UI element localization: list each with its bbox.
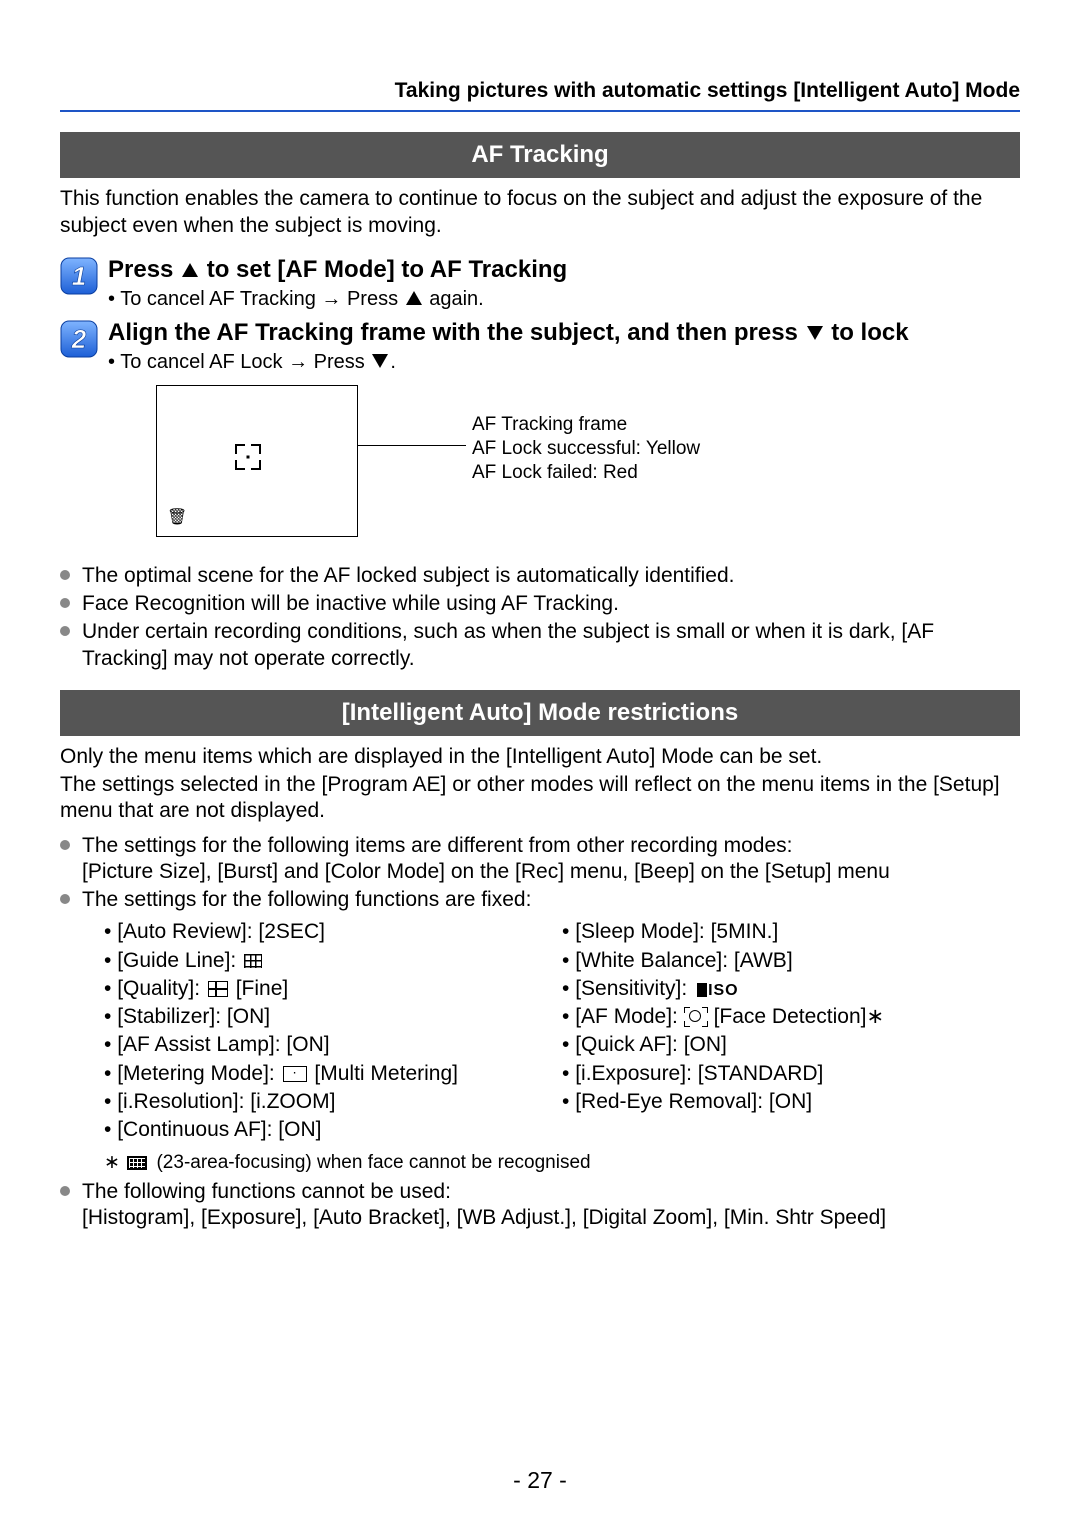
footnote-marker: ∗: [866, 1005, 884, 1028]
af-tracking-diagram: 🗑 AF Tracking frame AF Lock successful: …: [156, 385, 1020, 537]
up-arrow-icon: [182, 263, 198, 277]
af-tracking-intro: This function enables the camera to cont…: [60, 186, 1020, 239]
setting-item: [Continuous AF]: [ON]: [104, 1117, 562, 1143]
setting-item: [Red-Eye Removal]: [ON]: [562, 1089, 1020, 1115]
guideline-grid-icon: [244, 954, 262, 968]
section-title-restrictions: [Intelligent Auto] Mode restrictions: [60, 690, 1020, 736]
trash-icon: 🗑: [167, 508, 187, 528]
text: The following functions cannot be used:: [82, 1180, 451, 1203]
text: Only the menu items which are displayed …: [60, 744, 1020, 770]
restrictions-bullets: The settings for the following items are…: [60, 833, 1020, 914]
af-tracking-frame-icon: [235, 444, 261, 470]
step-1-sub: To cancel AF Tracking → Press again.: [108, 287, 1020, 312]
text: To cancel AF Lock → Press: [120, 351, 370, 373]
text: The settings for the following functions…: [82, 888, 531, 911]
text: [Guide Line]:: [117, 949, 242, 972]
step-2-badge: 2: [60, 320, 98, 358]
restrictions-bullets-2: The following functions cannot be used: …: [60, 1179, 1020, 1232]
text: Press: [108, 256, 180, 283]
step-2-sub: To cancel AF Lock → Press .: [108, 350, 1020, 375]
af-tracking-notes: The optimal scene for the AF locked subj…: [60, 563, 1020, 672]
text: .: [390, 351, 396, 373]
text: [Sensitivity]:: [575, 977, 693, 1000]
text: [Picture Size], [Burst] and [Color Mode]…: [82, 860, 890, 883]
setting-item: [i.Resolution]: [i.ZOOM]: [104, 1089, 562, 1115]
setting-item: [Sensitivity]: ISO: [562, 976, 1020, 1002]
text: [Face Detection]: [708, 1005, 867, 1028]
fixed-settings-columns: [Auto Review]: [2SEC] [Guide Line]: [Qua…: [104, 917, 1020, 1145]
footnote: ∗ (23-area-focusing) when face cannot be…: [104, 1151, 1020, 1175]
step-1-title: Press to set [AF Mode] to AF Tracking: [108, 255, 1020, 285]
text: AF Lock failed: Red: [472, 461, 700, 485]
fixed-settings-right: [Sleep Mode]: [5MIN.] [White Balance]: […: [562, 917, 1020, 1145]
face-detection-icon: [686, 1009, 706, 1025]
metering-icon: [283, 1066, 307, 1082]
header-rule: [60, 110, 1020, 112]
setting-item: [Quick AF]: [ON]: [562, 1032, 1020, 1058]
setting-item: [AF Mode]: [Face Detection]∗: [562, 1004, 1020, 1030]
svg-text:2: 2: [71, 324, 87, 354]
manual-page: Taking pictures with automatic settings …: [0, 0, 1080, 1535]
text: The settings for the following items are…: [82, 834, 792, 857]
text: [Metering Mode]:: [117, 1062, 280, 1085]
area-focusing-icon: [127, 1156, 147, 1170]
camera-screen-box: 🗑: [156, 385, 358, 537]
text: [AF Mode]:: [575, 1005, 684, 1028]
text: to set [AF Mode] to AF Tracking: [200, 256, 567, 283]
step-2: 2 Align the AF Tracking frame with the s…: [60, 318, 1020, 555]
fixed-settings-left: [Auto Review]: [2SEC] [Guide Line]: [Qua…: [104, 917, 562, 1145]
list-item: Face Recognition will be inactive while …: [60, 591, 1020, 617]
step-1-badge: 1: [60, 257, 98, 295]
list-item: Under certain recording conditions, such…: [60, 619, 1020, 672]
leader-line: [358, 445, 466, 446]
text: AF Tracking frame: [472, 413, 700, 437]
page-number: - 27 -: [0, 1466, 1080, 1495]
setting-item: [Sleep Mode]: [5MIN.]: [562, 919, 1020, 945]
setting-item: [Metering Mode]: [Multi Metering]: [104, 1061, 562, 1087]
step-2-title: Align the AF Tracking frame with the sub…: [108, 318, 1020, 348]
list-item: The settings for the following functions…: [60, 887, 1020, 913]
text: [Multi Metering]: [309, 1062, 458, 1085]
text: again.: [424, 288, 484, 310]
text: (23-area-focusing) when face cannot be r…: [151, 1152, 590, 1173]
page-header: Taking pictures with automatic settings …: [60, 78, 1020, 104]
setting-item: [White Balance]: [AWB]: [562, 948, 1020, 974]
setting-item: [Guide Line]:: [104, 948, 562, 974]
diagram-labels: AF Tracking frame AF Lock successful: Ye…: [472, 413, 700, 484]
down-arrow-icon: [372, 354, 388, 368]
setting-item: [AF Assist Lamp]: [ON]: [104, 1032, 562, 1058]
text: The settings selected in the [Program AE…: [60, 772, 1020, 825]
text: To cancel AF Tracking → Press: [120, 288, 403, 310]
down-arrow-icon: [807, 326, 823, 340]
setting-item: [Stabilizer]: [ON]: [104, 1004, 562, 1030]
setting-item: [i.Exposure]: [STANDARD]: [562, 1061, 1020, 1087]
text: [Fine]: [230, 977, 288, 1000]
text: AF Lock successful: Yellow: [472, 437, 700, 461]
text: Align the AF Tracking frame with the sub…: [108, 319, 805, 346]
text: to lock: [825, 319, 909, 346]
list-item: The optimal scene for the AF locked subj…: [60, 563, 1020, 589]
section-title-af-tracking: AF Tracking: [60, 132, 1020, 178]
setting-item: [Quality]: [Fine]: [104, 976, 562, 1002]
setting-item: [Auto Review]: [2SEC]: [104, 919, 562, 945]
iso-icon: ISO: [697, 982, 739, 999]
step-1: 1 Press to set [AF Mode] to AF Tracking …: [60, 255, 1020, 312]
text: [Quality]:: [117, 977, 206, 1000]
footnote-marker: ∗: [104, 1152, 120, 1173]
list-item: The following functions cannot be used: …: [60, 1179, 1020, 1232]
quality-icon: [208, 981, 228, 997]
up-arrow-icon: [406, 291, 422, 305]
list-item: The settings for the following items are…: [60, 833, 1020, 886]
text: [Histogram], [Exposure], [Auto Bracket],…: [82, 1206, 886, 1229]
svg-text:1: 1: [72, 261, 86, 291]
